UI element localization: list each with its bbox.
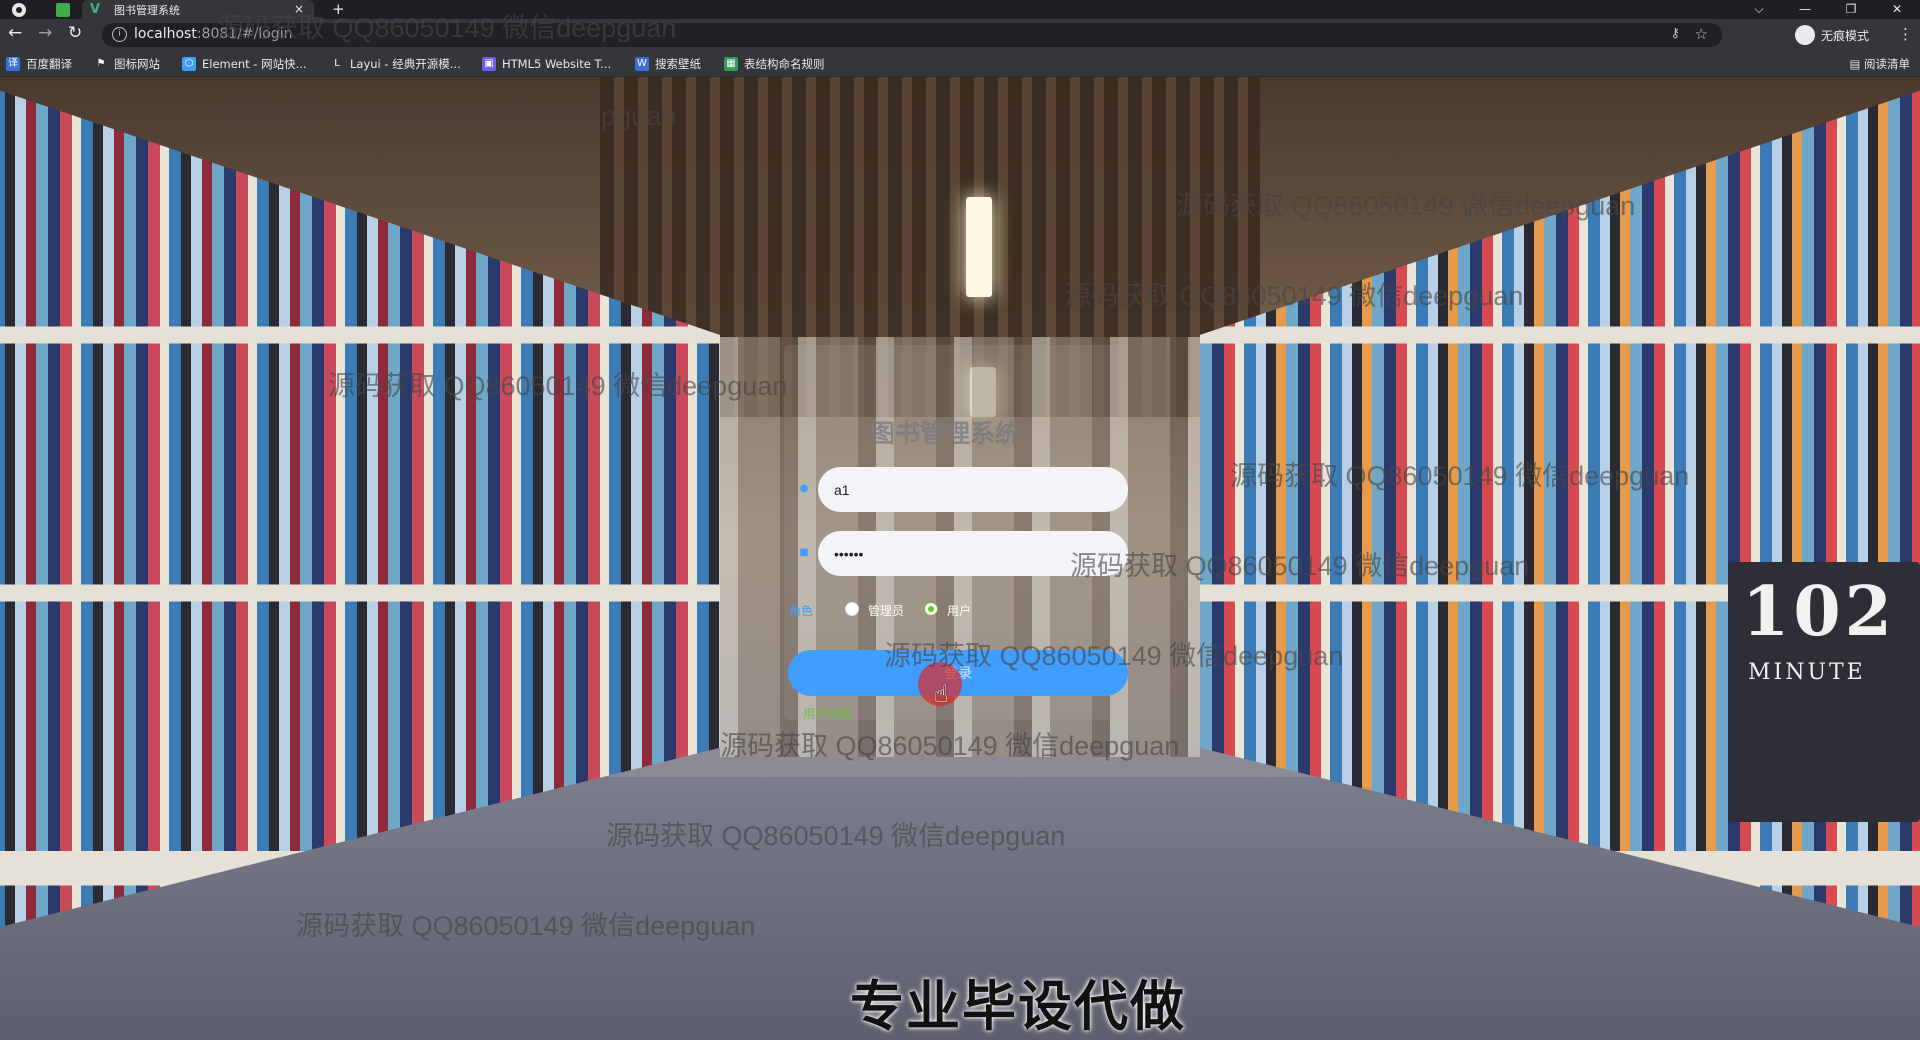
ceiling-light (966, 197, 992, 297)
role-label: 角色 (789, 604, 814, 618)
book-cover-subtitle: MINUTE (1748, 660, 1866, 685)
username-input[interactable] (818, 467, 1128, 512)
watermark: 源码获取 QQ86050149 微信deepguan (606, 821, 1066, 851)
reload-button[interactable]: ↻ (68, 23, 82, 43)
watermark: 源码获取 QQ86050149 微信deepguan (1064, 281, 1524, 311)
watermark: 源码获取 QQ86050149 微信deepguan (1176, 191, 1636, 221)
watermark: 源码获取 QQ86050149 微信deepguan (328, 371, 788, 401)
wallpaper-site-icon: W (635, 57, 649, 71)
bookmarks-bar: 译 百度翻译 ⚑ 图标网站 ⬡ Element - 网站快... L Layui… (0, 50, 1920, 77)
flag-icon: ⚑ (96, 58, 106, 69)
reading-list-label: 阅读清单 (1864, 57, 1910, 71)
bookmark-icon: 译 (6, 57, 20, 71)
user-icon: ● (799, 483, 809, 494)
table-icon: ▦ (724, 57, 738, 71)
html5-site-icon: ▣ (482, 57, 496, 71)
incognito-avatar-icon (1795, 25, 1815, 45)
bookmark-label: 搜索壁纸 (655, 57, 701, 71)
bookmark-item[interactable]: ▦ 表结构命名规则 (724, 56, 825, 72)
bookmark-item[interactable]: ▣ HTML5 Website T... (482, 56, 611, 72)
lock-icon: ■ (799, 547, 809, 558)
reading-list-button[interactable]: ▤ 阅读清单 (1849, 56, 1910, 72)
element-logo-icon: ⬡ (182, 57, 196, 71)
tab-title: 图书管理系统 (114, 3, 180, 17)
tab-search-icon[interactable]: ⌵ (1736, 0, 1782, 19)
register-link[interactable]: 用户注册 (803, 705, 851, 722)
close-window-button[interactable]: ✕ (1874, 0, 1920, 19)
watermark: 源码获取 QQ86050149 微信deepguan (1230, 461, 1690, 491)
role-user-label[interactable]: 用户 (947, 602, 971, 619)
role-admin-radio[interactable] (845, 602, 859, 616)
book-cover-decoration: 102 MINUTE (1728, 562, 1920, 822)
bookmark-label: 百度翻译 (26, 57, 72, 71)
window-controls: ⌵ — ❐ ✕ (1736, 0, 1920, 19)
bookmark-label: 图标网站 (114, 57, 160, 71)
browser-logo-icon[interactable] (12, 2, 26, 17)
vue-logo-icon: V (90, 2, 101, 17)
bookmark-star-icon[interactable]: ☆ (1695, 25, 1708, 43)
watermark: 源码获取 QQ86050149 微信deepguan (217, 13, 677, 43)
reading-list-icon: ▤ (1849, 57, 1864, 71)
forward-button[interactable]: → (38, 23, 52, 43)
bookmark-item[interactable]: 译 百度翻译 (6, 56, 72, 72)
minimize-button[interactable]: — (1782, 0, 1828, 19)
bookmark-label: Element - 网站快... (202, 57, 307, 71)
site-info-icon[interactable]: i (112, 27, 127, 42)
pinned-tab-icon[interactable] (56, 2, 70, 17)
bookmark-label: 表结构命名规则 (744, 57, 825, 71)
layui-logo-icon: L (334, 58, 340, 69)
hand-cursor-icon: ☝ (934, 680, 949, 708)
book-cover-number: 102 (1742, 572, 1896, 652)
bookmark-item[interactable]: W 搜索壁纸 (635, 56, 701, 72)
watermark: 源码获取 QQ86050149 微信deepguan (720, 731, 1180, 761)
browser-menu-icon[interactable]: ⋮ (1898, 25, 1913, 43)
password-key-icon[interactable]: ⚷ (1670, 26, 1680, 41)
bookmark-label: Layui - 经典开源模... (350, 57, 461, 71)
watermark: 源码获取 QQ86050149 微信deepguan (1070, 551, 1530, 581)
profile-button[interactable]: 无痕模式 (1795, 23, 1869, 47)
watermark: 源码获取 QQ86050149 微信deepguan (217, 101, 677, 131)
back-button[interactable]: ← (8, 23, 22, 43)
role-admin-label[interactable]: 管理员 (868, 602, 904, 619)
bookmark-item[interactable]: L Layui - 经典开源模... (330, 56, 461, 72)
video-caption: 专业毕设代做 (850, 975, 1186, 1038)
bookmark-item[interactable]: ⚑ 图标网站 (94, 56, 160, 72)
role-user-radio[interactable] (924, 602, 938, 616)
profile-label: 无痕模式 (1821, 28, 1870, 43)
restore-button[interactable]: ❐ (1828, 0, 1874, 19)
bookmark-item[interactable]: ⬡ Element - 网站快... (182, 56, 307, 72)
watermark: 源码获取 QQ86050149 微信deepguan (884, 641, 1344, 671)
login-title: 图书管理系统 (870, 419, 1021, 448)
bookmark-label: HTML5 Website T... (502, 57, 612, 71)
watermark: 源码获取 QQ86050149 微信deepguan (296, 911, 756, 941)
